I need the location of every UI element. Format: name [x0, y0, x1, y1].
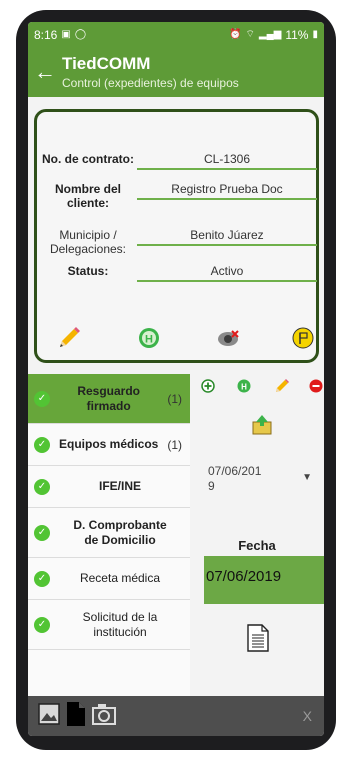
pencil-icon[interactable] — [55, 324, 83, 352]
document-item-comprobante[interactable]: ✓ D. Comprobante de Domicilio — [28, 508, 190, 558]
check-icon: ✓ — [34, 390, 50, 407]
fecha-value[interactable]: 07/06/2019 — [204, 556, 324, 604]
check-icon: ✓ — [34, 524, 50, 541]
svg-text:H: H — [145, 334, 153, 346]
back-arrow-icon[interactable]: ← — [28, 61, 62, 83]
file-icon[interactable] — [66, 701, 86, 732]
camera-icon[interactable] — [92, 703, 116, 730]
contract-card: No. de contrato: CL-1306 Nombre del clien… — [34, 109, 319, 363]
document-item-receta[interactable]: ✓ Receta médica — [28, 558, 190, 600]
document-item-equipos[interactable]: ✓ Equipos médicos (1) — [28, 424, 190, 466]
check-icon: ✓ — [34, 570, 50, 587]
document-item-label: Equipos médicos — [58, 437, 159, 451]
check-icon: ✓ — [34, 616, 50, 633]
document-item-label: Solicitud de la institución — [82, 609, 158, 639]
app-subtitle: Control (expedientes) de equipos — [62, 76, 239, 90]
whatsapp-notification-icon: ◯ — [74, 29, 87, 40]
signal-icon: ▂▄▆ — [258, 29, 282, 40]
documents-panel: ✓ Resguardo firmado (1) ✓ Equipos médicos… — [28, 374, 324, 696]
battery-icon: ▮ — [312, 29, 318, 40]
document-item-resguardo[interactable]: ✓ Resguardo firmado (1) — [28, 374, 190, 424]
status-time: 8:16 — [34, 27, 58, 42]
eye-cancel-icon[interactable] — [215, 324, 243, 352]
upload-folder-icon[interactable] — [251, 414, 273, 441]
document-item-label: IFE/INE — [98, 479, 141, 493]
add-circle-icon[interactable] — [200, 378, 216, 394]
app-title: TiedCOMM — [62, 54, 151, 73]
client-row: Nombre del cliente: Registro Prueba Doc — [37, 182, 317, 210]
flag-icon[interactable] — [289, 324, 317, 352]
image-icon[interactable] — [38, 702, 60, 730]
contract-row: No. de contrato: CL-1306 — [37, 152, 317, 170]
alarm-icon: ⏰ — [229, 29, 242, 40]
contract-value[interactable]: CL-1306 — [137, 152, 317, 170]
hospital-h-icon[interactable]: H — [135, 324, 163, 352]
document-item-label: Receta médica — [79, 571, 161, 585]
card-actions: H — [37, 324, 316, 354]
document-icon[interactable] — [247, 624, 269, 657]
municipio-value[interactable]: Benito Júarez — [137, 228, 317, 246]
app-bar: ← TiedCOMM Control (expedientes) de equi… — [28, 47, 324, 97]
document-item-count: (1) — [167, 391, 182, 406]
status-bar: 8:16 ▣ ◯ ⏰ ⌔ ▂▄▆ 11% ▮ — [28, 22, 324, 47]
document-item-ife[interactable]: ✓ IFE/INE — [28, 466, 190, 508]
document-item-label: Resguardo firmado — [77, 383, 140, 413]
date-select[interactable]: 07/06/201 9 ▼ — [208, 464, 318, 494]
municipio-row: Municipio / Delegaciones: Benito Júarez — [37, 228, 317, 256]
dropdown-caret-icon: ▼ — [302, 472, 312, 483]
status-label: Status: — [67, 264, 109, 278]
check-icon: ✓ — [34, 478, 50, 495]
gallery-notification-icon: ▣ — [61, 29, 71, 40]
close-button[interactable]: X — [303, 708, 312, 724]
document-list: ✓ Resguardo firmado (1) ✓ Equipos médicos… — [28, 374, 190, 696]
document-detail: H 07/06/201 9 ▼ Fecha 07/06/2019 — [190, 374, 324, 696]
client-value[interactable]: Registro Prueba Doc — [137, 182, 317, 200]
svg-text:H: H — [241, 383, 247, 392]
document-item-label: D. Comprobante de Domicilio — [73, 517, 167, 547]
screen: 8:16 ▣ ◯ ⏰ ⌔ ▂▄▆ 11% ▮ ← TiedCOMM Contro… — [28, 22, 324, 736]
contract-label: No. de contrato: — [42, 152, 134, 166]
municipio-label: Municipio / Delegaciones: — [49, 228, 127, 256]
phone-frame: 8:16 ▣ ◯ ⏰ ⌔ ▂▄▆ 11% ▮ ← TiedCOMM Contro… — [16, 10, 336, 750]
wifi-icon: ⌔ — [245, 29, 255, 40]
bottom-bar: X — [28, 696, 324, 736]
status-value[interactable]: Activo — [137, 264, 317, 282]
document-item-count: (1) — [167, 437, 182, 452]
check-icon: ✓ — [34, 436, 50, 453]
hospital-h-small-icon[interactable]: H — [236, 378, 252, 394]
delete-icon[interactable] — [308, 378, 324, 394]
status-row: Status: Activo — [37, 264, 317, 282]
pencil-small-icon[interactable] — [274, 378, 290, 394]
fecha-label: Fecha — [238, 538, 276, 553]
client-label: Nombre del cliente: — [54, 182, 121, 210]
battery-level: 11% — [285, 27, 309, 42]
document-item-solicitud[interactable]: ✓ Solicitud de la institución — [28, 600, 190, 650]
